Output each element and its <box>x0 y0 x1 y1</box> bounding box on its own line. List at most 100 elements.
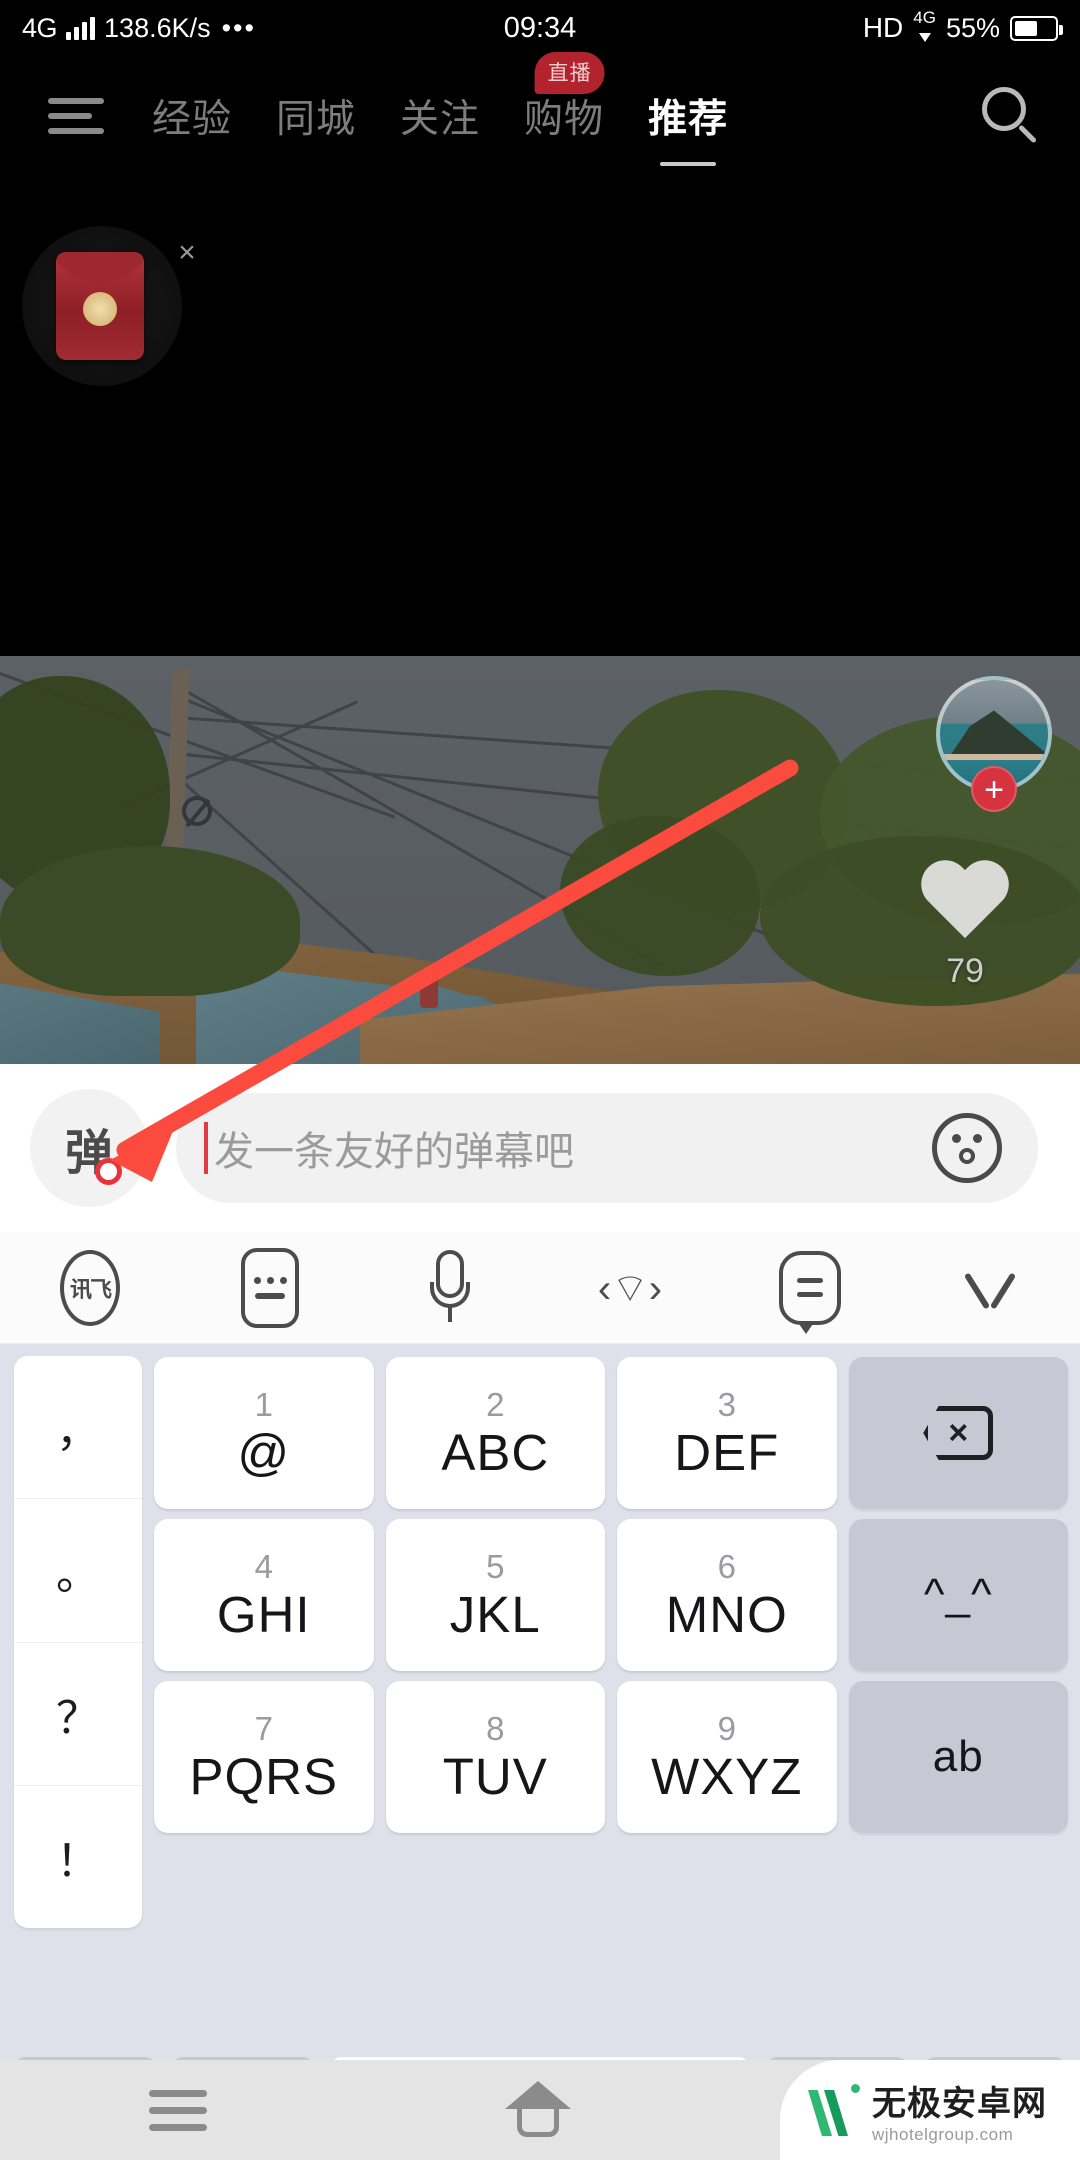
key-question[interactable]: ？ <box>14 1643 142 1786</box>
status-bar: 4G 138.6K/s ••• 09:34 HD 4G 55% <box>0 0 1080 56</box>
shrub <box>0 846 300 996</box>
kaomoji-key[interactable]: ^_^ <box>848 1519 1068 1671</box>
keyboard-grid: ， 。 ？ ！ 1 @ 2 ABC 3 DEF × 4 GHI 5 JKL 6 … <box>6 1352 1074 2052</box>
heart-icon[interactable] <box>917 862 1013 948</box>
follow-button[interactable]: + <box>971 766 1017 812</box>
live-badge: 直播 <box>534 52 605 94</box>
key-label: PQRS <box>189 1748 339 1805</box>
text-caret <box>204 1122 208 1174</box>
danmaku-off-indicator <box>95 1158 122 1185</box>
hamburger-menu-icon[interactable] <box>48 98 106 134</box>
emoji-face-icon[interactable] <box>932 1113 1002 1183</box>
tab-label: 推荐 <box>648 98 729 141</box>
keyboard-layout-icon[interactable] <box>228 1246 312 1330</box>
key-label: GHI <box>216 1586 311 1643</box>
tab-jingyan[interactable]: 经验 <box>130 88 254 144</box>
close-icon[interactable]: × <box>170 236 204 270</box>
key-number: 4 <box>254 1548 273 1585</box>
cursor-move-icon[interactable]: ‹⌔› <box>588 1246 672 1330</box>
key-number: 7 <box>254 1710 273 1747</box>
collapse-chevron-down-icon[interactable] <box>948 1246 1032 1330</box>
red-envelope-icon[interactable] <box>56 252 144 360</box>
watermark-logo-icon <box>806 2082 862 2138</box>
search-handle <box>1017 124 1038 144</box>
insulator-icon <box>182 796 212 826</box>
key-9[interactable]: 9 WXYZ <box>617 1681 837 1833</box>
distant-figure <box>420 974 438 1008</box>
home-icon[interactable] <box>505 2081 571 2139</box>
key-number: 3 <box>717 1386 736 1423</box>
key-period[interactable]: 。 <box>14 1499 142 1643</box>
key-label: JKL <box>449 1586 541 1643</box>
feed-black-area: × <box>0 176 1080 656</box>
emoji-mouth <box>959 1148 975 1164</box>
keyboard-row: 1 @ 2 ABC 3 DEF × <box>148 1352 1074 1514</box>
keyboard-row: 4 GHI 5 JKL 6 MNO ^_^ <box>148 1514 1074 1676</box>
keyboard-main: 1 @ 2 ABC 3 DEF × 4 GHI 5 JKL 6 MNO ^_^ … <box>148 1352 1074 2052</box>
tab-guanzhu[interactable]: 关注 <box>378 88 502 144</box>
iflytek-logo-text: 讯飞 <box>60 1249 120 1326</box>
danmaku-toggle-button[interactable]: 弹 <box>30 1089 148 1207</box>
keyboard-bar <box>255 1292 285 1299</box>
watermark-site-en: wjhotelgroup.com <box>872 2124 1014 2144</box>
key-number: 1 <box>254 1386 273 1423</box>
battery-icon <box>1010 15 1063 41</box>
site-watermark: 无极安卓网 wjhotelgroup.com <box>780 2060 1080 2160</box>
key-4[interactable]: 4 GHI <box>154 1519 374 1671</box>
key-number: 2 <box>486 1386 505 1423</box>
nav-tabs: 经验 同城 关注 直播 购物 推荐 <box>130 52 750 166</box>
latin-mode-key[interactable]: ab <box>848 1681 1068 1833</box>
active-tab-underline <box>660 162 717 166</box>
watermark-site-cn: 无极安卓网 <box>872 2084 1047 2123</box>
key-2[interactable]: 2 ABC <box>385 1357 605 1509</box>
backspace-glyph: × <box>923 1406 994 1460</box>
key-label: WXYZ <box>651 1748 803 1805</box>
bubble-glyph <box>779 1250 841 1334</box>
key-comma[interactable]: ， <box>14 1356 142 1500</box>
red-envelope-widget[interactable]: × <box>22 226 196 386</box>
ime-toolbar: 讯飞 ‹⌔› <box>0 1232 1080 1344</box>
watermark-text: 无极安卓网 wjhotelgroup.com <box>872 2076 1047 2145</box>
key-label: ^_^ <box>923 1570 993 1619</box>
key-label: ABC <box>441 1424 550 1481</box>
tab-tongcheng[interactable]: 同城 <box>254 88 378 144</box>
key-3[interactable]: 3 DEF <box>617 1357 837 1509</box>
key-5[interactable]: 5 JKL <box>385 1519 605 1671</box>
key-label: TUV <box>442 1748 548 1805</box>
tab-gouwu[interactable]: 直播 购物 <box>502 52 626 144</box>
chevron-glyph <box>962 1271 1018 1305</box>
key-8[interactable]: 8 TUV <box>385 1681 605 1833</box>
key-number: 6 <box>717 1548 736 1585</box>
mic-glyph <box>430 1248 470 1328</box>
tab-label: 经验 <box>152 98 233 141</box>
phrases-bubble-icon[interactable] <box>768 1246 852 1334</box>
key-6[interactable]: 6 MNO <box>617 1519 837 1671</box>
danmaku-comment-bar: 弹 发一条友好的弹幕吧 <box>0 1064 1080 1232</box>
like-count-label: 79 <box>946 952 984 990</box>
keyboard-dots <box>253 1276 287 1284</box>
key-label: ab <box>932 1732 984 1781</box>
t9-keyboard: ， 。 ？ ！ 1 @ 2 ABC 3 DEF × 4 GHI 5 JKL 6 … <box>0 1344 1080 2160</box>
cursor-glyph: ‹⌔› <box>597 1266 663 1311</box>
tab-tuijian[interactable]: 推荐 <box>626 88 750 166</box>
recent-apps-icon[interactable] <box>149 2089 207 2131</box>
like-control[interactable]: 79 <box>906 862 1024 991</box>
tab-label: 购物 <box>524 98 605 141</box>
author-avatar-wrap[interactable]: + <box>936 676 1052 812</box>
key-1[interactable]: 1 @ <box>154 1357 374 1509</box>
key-label: @ <box>237 1424 291 1481</box>
search-icon[interactable] <box>980 85 1042 147</box>
iflytek-logo-icon[interactable]: 讯飞 <box>48 1246 132 1330</box>
key-exclamation[interactable]: ！ <box>14 1786 142 1928</box>
emoji-eye-left <box>952 1134 961 1143</box>
microphone-icon[interactable] <box>408 1246 492 1330</box>
key-label: DEF <box>674 1424 780 1481</box>
phone-screen: 4G 138.6K/s ••• 09:34 HD 4G 55% 经验 同城 关注… <box>0 0 1080 2160</box>
backspace-icon[interactable]: × <box>848 1357 1068 1509</box>
tab-label: 关注 <box>400 98 481 141</box>
top-nav-bar: 经验 同城 关注 直播 购物 推荐 <box>0 52 1080 176</box>
key-number: 8 <box>486 1710 505 1747</box>
comment-input[interactable]: 发一条友好的弹幕吧 <box>176 1093 1038 1203</box>
key-7[interactable]: 7 PQRS <box>154 1681 374 1833</box>
video-player[interactable]: + 79 <box>0 656 1080 1064</box>
